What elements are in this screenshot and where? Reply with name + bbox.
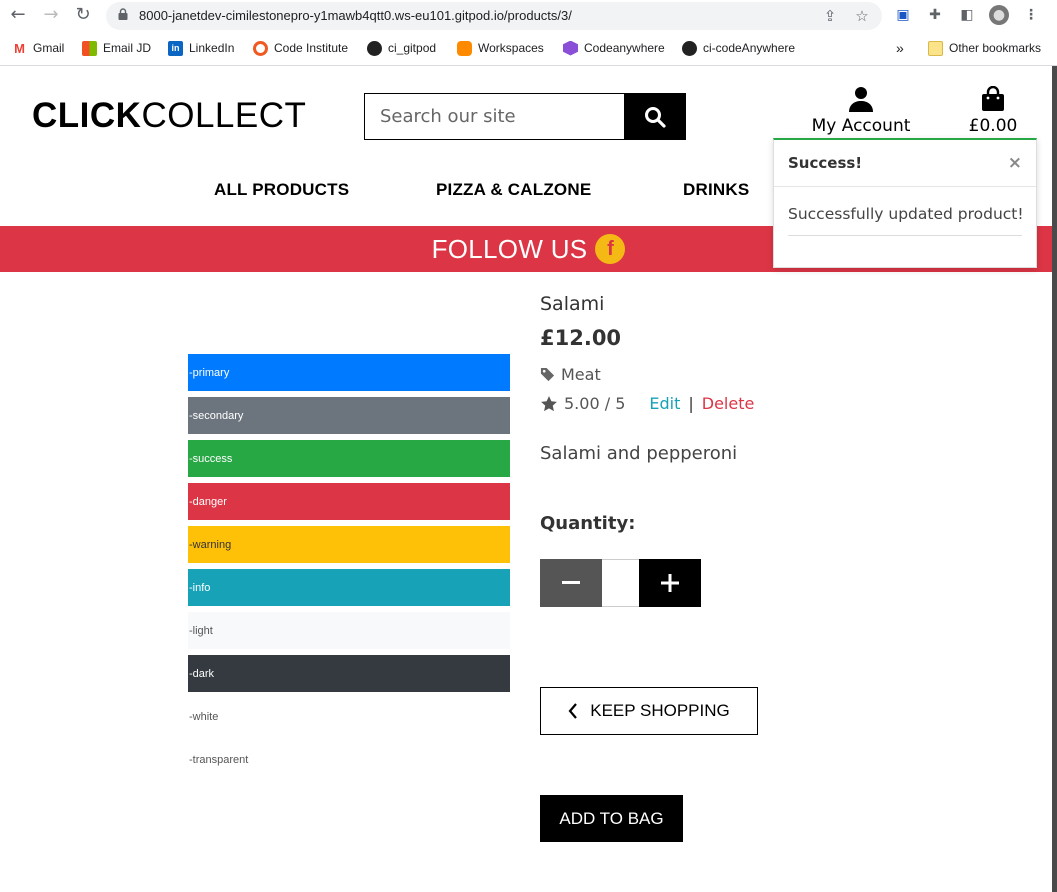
- profile-avatar-icon[interactable]: ●: [989, 5, 1009, 25]
- facebook-icon[interactable]: f: [595, 234, 626, 264]
- add-to-bag-button[interactable]: ADD TO BAG: [540, 795, 683, 842]
- my-account-link[interactable]: My Account: [805, 86, 917, 136]
- user-icon: [849, 87, 873, 112]
- color-swatch: -secondary: [188, 397, 510, 434]
- reload-icon[interactable]: ↻: [72, 4, 94, 26]
- quantity-label: Quantity:: [540, 513, 636, 534]
- product-rating: 5.00 / 5 Edit | Delete: [540, 394, 754, 413]
- bookmark-linkedin[interactable]: in LinkedIn: [168, 39, 234, 57]
- linkedin-icon: in: [168, 40, 183, 56]
- url-text: 8000-janetdev-cimilestonepro-y1mawb4qtt0…: [139, 8, 572, 23]
- bookmark-gmail[interactable]: M Gmail: [12, 39, 64, 57]
- shopping-bag-icon: [982, 85, 1004, 111]
- toast-message: Successfully updated product!: [788, 205, 1024, 236]
- toast-title: Success!: [788, 154, 863, 172]
- codeanywhere-icon: [563, 40, 578, 56]
- microsoft-icon: [82, 40, 97, 56]
- toast-header: Success! ×: [774, 140, 1036, 187]
- nav-all-products[interactable]: ALL PRODUCTS: [214, 180, 349, 200]
- forward-arrow-icon[interactable]: →: [40, 4, 62, 26]
- color-swatch: -light: [188, 612, 510, 649]
- product-name: Salami: [540, 293, 605, 315]
- puzzle-icon[interactable]: ✚: [925, 5, 945, 25]
- extension-icon[interactable]: ▣: [893, 5, 913, 25]
- color-swatch: -success: [188, 440, 510, 477]
- decrement-button[interactable]: [540, 559, 602, 607]
- lock-icon: [118, 8, 128, 20]
- menu-kebab-icon[interactable]: ⋮: [1021, 5, 1041, 25]
- bookmark-codeanywhere[interactable]: Codeanywhere: [563, 39, 665, 57]
- folder-icon: [928, 40, 943, 56]
- star-icon: [541, 395, 557, 411]
- bookmark-ci-gitpod[interactable]: ci_gitpod: [367, 39, 436, 57]
- edit-product-link[interactable]: Edit: [649, 394, 680, 413]
- keep-shopping-button[interactable]: KEEP SHOPPING: [540, 687, 758, 735]
- github-icon: [367, 40, 382, 56]
- close-icon[interactable]: ×: [1008, 153, 1022, 173]
- site-logo[interactable]: CLICKCOLLECT: [32, 96, 306, 136]
- color-swatch: -danger: [188, 483, 510, 520]
- github-icon: [682, 40, 697, 56]
- share-icon[interactable]: ⇪: [820, 6, 840, 26]
- nav-drinks[interactable]: DRINKS: [683, 180, 749, 200]
- search-form: [364, 93, 686, 140]
- plus-icon: [661, 574, 679, 592]
- quantity-stepper: [540, 559, 701, 607]
- color-swatch: -white: [188, 698, 510, 735]
- gitpod-icon: [457, 40, 472, 56]
- product-description: Salami and pepperoni: [540, 443, 738, 464]
- quantity-input[interactable]: [602, 559, 639, 607]
- tag-icon: [540, 367, 555, 382]
- success-toast: Success! × Successfully updated product!: [773, 138, 1037, 268]
- nav-pizza-calzone[interactable]: PIZZA & CALZONE: [436, 180, 591, 200]
- code-institute-icon: [253, 40, 268, 56]
- minus-icon: [562, 581, 580, 584]
- search-button[interactable]: [624, 93, 686, 140]
- window-edge: [1052, 66, 1057, 892]
- star-icon[interactable]: ☆: [852, 6, 872, 26]
- shopping-bag-link[interactable]: £0.00: [962, 85, 1024, 136]
- search-input[interactable]: [364, 93, 624, 140]
- toast-body: Successfully updated product!: [774, 187, 1036, 236]
- follow-us-text: FOLLOW US: [431, 233, 588, 264]
- delete-product-link[interactable]: Delete: [702, 394, 755, 413]
- color-swatch: -info: [188, 569, 510, 606]
- bookmarks-bar: M Gmail Email JD in LinkedIn Code Institut…: [0, 36, 1057, 58]
- color-swatch: -transparent: [189, 753, 249, 766]
- bookmarks-overflow[interactable]: »: [896, 39, 904, 57]
- color-swatch: -dark: [188, 655, 510, 692]
- color-swatch: -primary: [188, 354, 510, 391]
- back-arrow-icon[interactable]: ←: [7, 4, 29, 26]
- link-separator: |: [688, 394, 694, 413]
- side-panel-icon[interactable]: ◧: [957, 5, 977, 25]
- bookmark-email-jd[interactable]: Email JD: [82, 39, 151, 57]
- bookmark-other[interactable]: Other bookmarks: [928, 39, 1041, 57]
- bookmark-workspaces[interactable]: Workspaces: [457, 39, 544, 57]
- product-price: £12.00: [540, 326, 622, 350]
- address-bar[interactable]: 8000-janetdev-cimilestonepro-y1mawb4qtt0…: [106, 2, 882, 30]
- rating-value: 5.00 / 5: [564, 394, 626, 413]
- product-category[interactable]: Meat: [540, 365, 601, 384]
- search-icon: [645, 106, 666, 128]
- chevron-left-icon: [568, 703, 578, 719]
- color-swatch: -warning: [188, 526, 510, 563]
- bookmark-ci-codeanywhere[interactable]: ci-codeAnywhere: [682, 39, 795, 57]
- browser-chrome: ← → ↻ 8000-janetdev-cimilestonepro-y1maw…: [0, 0, 1057, 66]
- gmail-icon: M: [12, 40, 27, 56]
- increment-button[interactable]: [639, 559, 701, 607]
- bookmark-code-institute[interactable]: Code Institute: [253, 39, 348, 57]
